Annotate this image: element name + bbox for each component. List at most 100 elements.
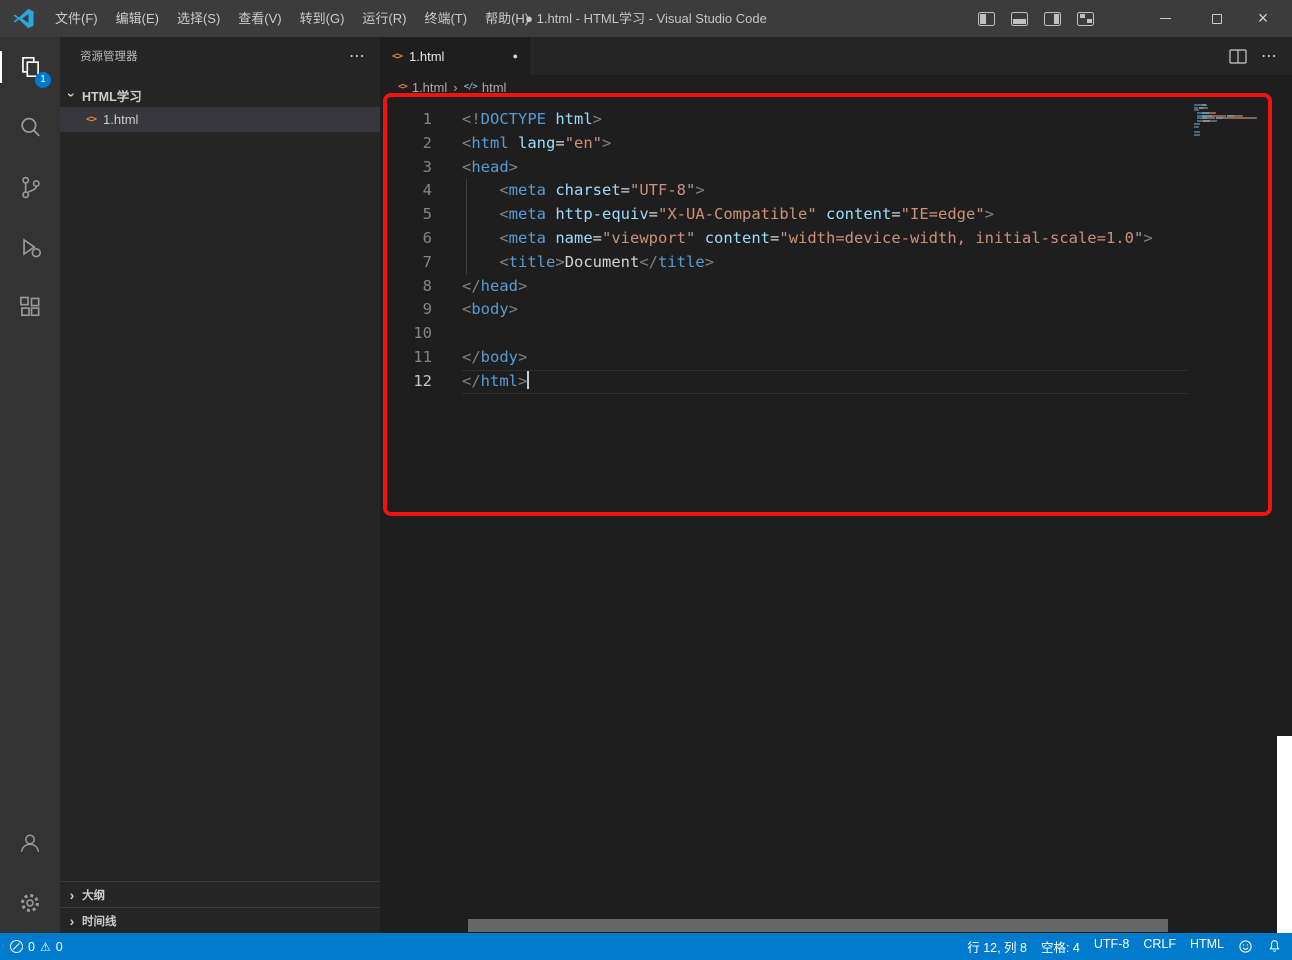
toggle-secondary-sidebar-icon[interactable] xyxy=(1044,11,1061,26)
html-symbol-icon: </> xyxy=(463,82,478,92)
minimize-button[interactable] xyxy=(1142,0,1188,37)
customize-layout-icon[interactable] xyxy=(1077,11,1094,26)
code-token: > xyxy=(518,276,528,295)
minimap-segment xyxy=(1202,114,1211,117)
menubar-item[interactable]: 查看(V) xyxy=(229,0,290,37)
problems-status[interactable]: 0 ⚠ 0 xyxy=(10,940,63,954)
activity-bar: 1 xyxy=(0,37,60,933)
code-line[interactable]: 5 <meta http-equiv="X-UA-Compatible" con… xyxy=(380,203,1292,227)
code-line[interactable]: 10 xyxy=(380,322,1292,346)
maximize-button[interactable] xyxy=(1194,0,1240,37)
vscode-logo-icon xyxy=(13,8,34,29)
activity-search-button[interactable] xyxy=(0,97,60,157)
code-line[interactable]: 8 </head> xyxy=(380,275,1292,299)
minimap-segment xyxy=(1199,133,1200,136)
extensions-icon xyxy=(20,296,40,317)
tab-bar: <> 1.html ● ⋯ xyxy=(380,37,1292,75)
code-token: > xyxy=(555,252,565,271)
code-line[interactable]: 1 <!DOCTYPE html> xyxy=(380,108,1292,132)
status-bar: 0 ⚠ 0 行 12, 列 8 空格: 4 UTF-8 CRLF HTML xyxy=(0,933,1292,960)
status-item[interactable]: HTML xyxy=(1190,937,1224,956)
menubar-item[interactable]: 终端(T) xyxy=(415,0,476,37)
line-number: 6 xyxy=(422,228,432,247)
sidebar-bottom-section[interactable]: › 大纲 xyxy=(60,881,380,907)
source-control-icon xyxy=(22,176,40,199)
settings-button[interactable] xyxy=(0,873,60,933)
code-token: > xyxy=(508,300,519,319)
minimap[interactable] xyxy=(1194,104,1274,136)
code-line[interactable]: 7 <title>Document</title> xyxy=(380,250,1292,275)
code-line[interactable]: 3 <head> xyxy=(380,156,1292,180)
code-line[interactable]: 11 </body> xyxy=(380,346,1292,370)
window-title: ● 1.html - HTML学习 - Visual Studio Code xyxy=(525,11,767,26)
bell-icon[interactable] xyxy=(1267,939,1282,954)
close-button[interactable]: × xyxy=(1240,0,1286,37)
menubar-item[interactable]: 编辑(E) xyxy=(107,0,168,37)
modified-dot-icon[interactable]: ● xyxy=(513,51,518,61)
code-line-content: <meta name="viewport" content="width=dev… xyxy=(462,226,1153,251)
minimap-segment xyxy=(1222,117,1256,120)
breadcrumb-item[interactable]: </> html xyxy=(464,80,507,95)
activity-explorer-button[interactable]: 1 xyxy=(0,37,60,97)
title-bar: 文件(F) 编辑(E) 选择(S) 查看(V) 转到(G) 运行(R) 终端(T) 帮助(H)… xyxy=(0,0,1292,37)
status-item[interactable]: UTF-8 xyxy=(1094,937,1129,956)
activity-bar-bottom xyxy=(0,813,60,933)
status-item[interactable]: 空格: 4 xyxy=(1041,937,1080,956)
code-token: content xyxy=(704,228,771,247)
code-token: html xyxy=(480,371,518,390)
code-editor[interactable]: 1 <!DOCTYPE html> 2 <html lang="en"> 3 <head>… xyxy=(380,99,1292,394)
code-token: > xyxy=(1143,228,1153,247)
code-token: name xyxy=(555,228,593,247)
explorer-badge: 1 xyxy=(35,72,51,88)
code-line[interactable]: 9 <body> xyxy=(380,298,1292,322)
editor-more-actions-icon[interactable]: ⋯ xyxy=(1261,46,1278,66)
account-button[interactable] xyxy=(0,813,60,873)
code-token: "IE=edge" xyxy=(900,205,985,224)
horizontal-scrollbar[interactable] xyxy=(468,919,1168,932)
toggle-panel-icon[interactable] xyxy=(1011,11,1028,26)
code-line[interactable]: 12 </html> xyxy=(380,369,1292,394)
menubar-item[interactable]: 运行(R) xyxy=(353,0,415,37)
sidebar-section-header[interactable]: › HTML学习 xyxy=(60,83,380,107)
minimap-segment xyxy=(1203,120,1211,123)
tab-1html[interactable]: <> 1.html ● xyxy=(380,37,530,75)
vertical-scrollbar-track[interactable] xyxy=(1277,736,1292,933)
minimap-segment xyxy=(1215,112,1217,115)
menubar-item[interactable]: 转到(G) xyxy=(291,0,354,37)
editor-group: <> 1.html ● ⋯ <> 1.html › </> html 1 <!DOCTYP… xyxy=(380,37,1292,933)
file-item-1html[interactable]: <> 1.html xyxy=(60,107,380,132)
status-item[interactable]: 行 12, 列 8 xyxy=(967,937,1027,956)
status-item[interactable]: CRLF xyxy=(1143,937,1176,956)
explorer-actions-more-icon[interactable]: ⋯ xyxy=(349,46,366,66)
code-line[interactable]: 6 <meta name="viewport" content="width=d… xyxy=(380,226,1292,251)
gear-icon xyxy=(21,894,39,912)
code-line[interactable]: 2 <html lang="en"> xyxy=(380,132,1292,156)
toggle-sidebar-icon[interactable] xyxy=(978,11,995,26)
breadcrumb-item[interactable]: <> 1.html xyxy=(398,80,447,95)
activity-run-debug-button[interactable] xyxy=(0,217,60,277)
menubar-item[interactable]: 文件(F) xyxy=(46,0,107,37)
sidebar-bottom-section[interactable]: › 时间线 xyxy=(60,907,380,933)
code-line[interactable]: 4 <meta charset="UTF-8"> xyxy=(380,179,1292,204)
tab-label: 1.html xyxy=(409,48,445,64)
code-token: "en" xyxy=(564,133,603,152)
status-bar-left: 0 ⚠ 0 xyxy=(10,940,63,954)
editor-actions: ⋯ xyxy=(1229,37,1278,75)
html-file-icon: <> xyxy=(392,50,403,62)
activity-extensions-button[interactable] xyxy=(0,277,60,337)
text-cursor xyxy=(527,370,530,389)
activity-source-control-button[interactable] xyxy=(0,157,60,217)
code-token: = xyxy=(592,228,603,247)
layout-controls xyxy=(970,0,1102,37)
split-editor-icon[interactable] xyxy=(1229,48,1247,64)
menubar-item[interactable]: 选择(S) xyxy=(168,0,229,37)
code-token: title xyxy=(658,252,705,271)
code-token: content xyxy=(826,205,892,224)
error-count: 0 xyxy=(28,939,35,954)
feedback-icon[interactable] xyxy=(1238,939,1253,954)
code-token: "viewport" xyxy=(602,228,696,247)
indent-guide xyxy=(466,226,467,251)
code-token: head xyxy=(471,157,509,176)
